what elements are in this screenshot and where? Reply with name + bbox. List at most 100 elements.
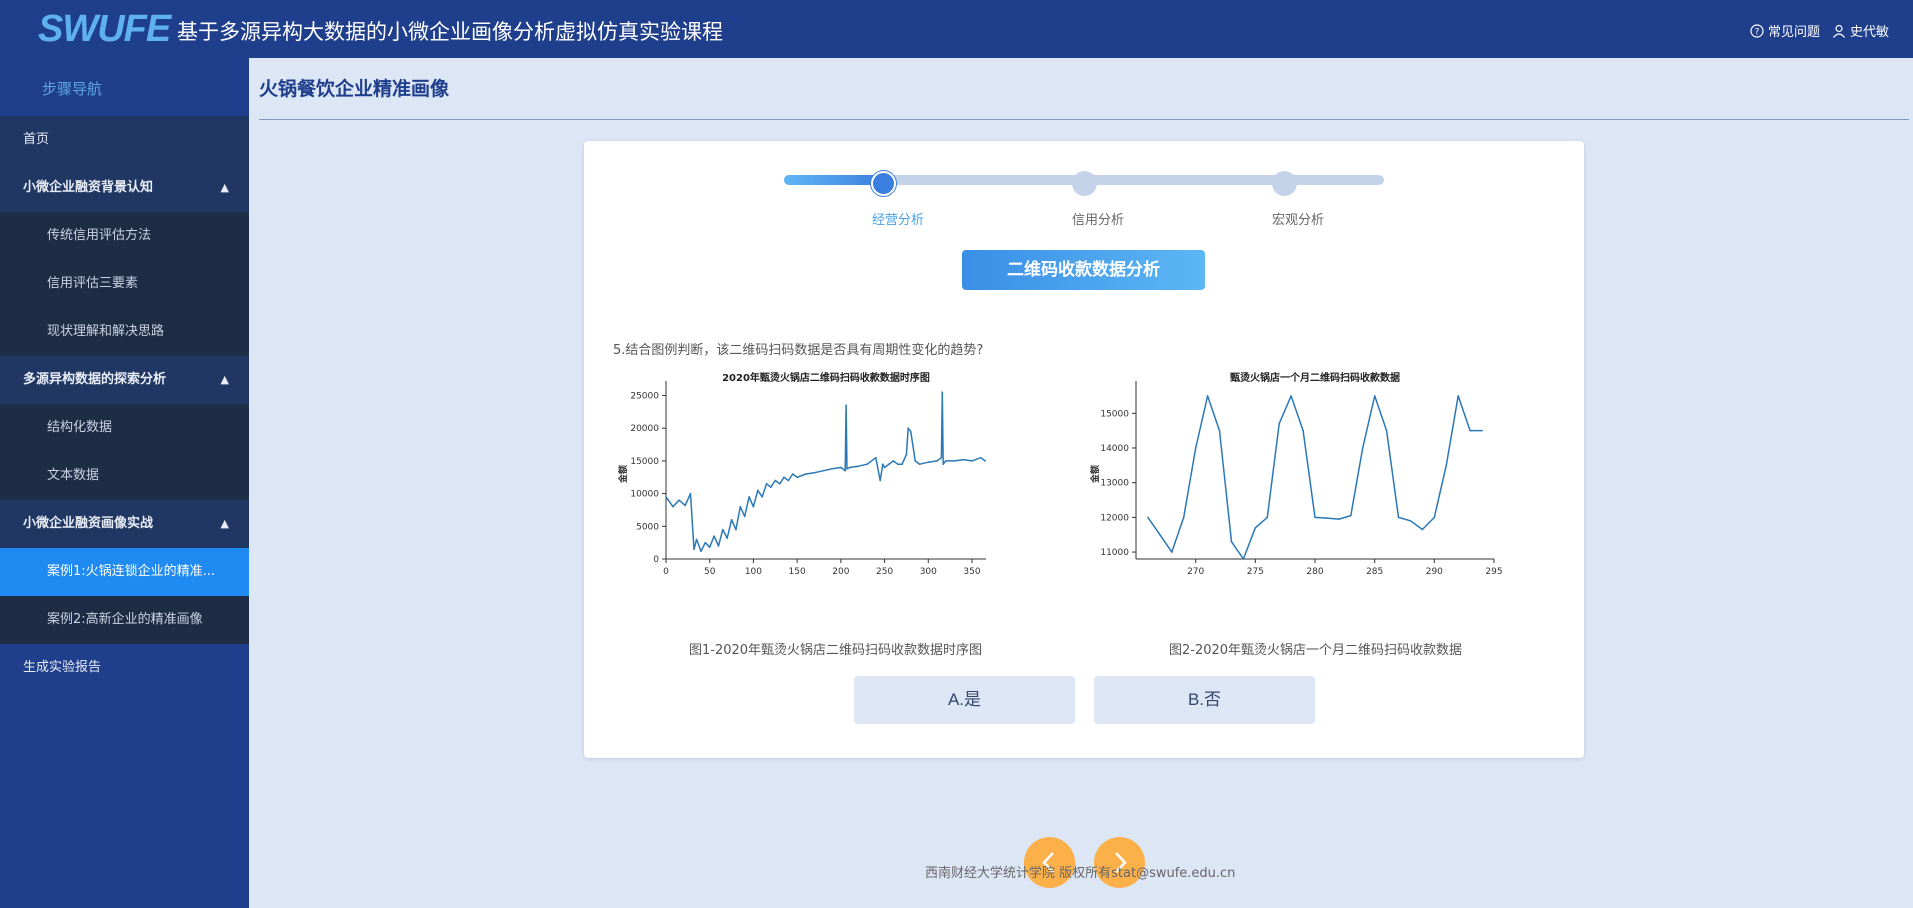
sidebar-item-home[interactable]: 首页	[0, 116, 249, 164]
data-point	[840, 466, 842, 469]
faq-link[interactable]: ? 常见问题	[1750, 21, 1820, 40]
data-point	[1171, 551, 1173, 553]
data-point	[1350, 514, 1352, 517]
data-point	[918, 463, 921, 465]
step-dot-business[interactable]	[871, 171, 896, 196]
x-tick-label: 285	[1366, 567, 1383, 577]
main-content: 火锅餐饮企业精准画像 经营分析 信用分析 宏观分析 二维码收款数据分析 5.结合…	[249, 58, 1913, 908]
data-point	[1206, 395, 1209, 397]
data-point	[717, 545, 720, 547]
option-b-button[interactable]: B.否	[1094, 676, 1315, 724]
data-point	[1242, 558, 1245, 560]
x-tick-label: 200	[832, 567, 849, 577]
data-point	[962, 458, 965, 461]
x-tick-label: 350	[963, 567, 980, 577]
sidebar-group-label: 多源异构数据的探索分析	[23, 372, 167, 387]
x-tick-label: 280	[1306, 567, 1323, 577]
svg-text:?: ?	[1755, 27, 1760, 37]
data-point	[888, 463, 890, 465]
sidebar-group-financing-background[interactable]: 小微企业融资背景认知 ▲	[0, 164, 249, 212]
x-tick-label: 270	[1187, 567, 1204, 577]
data-point	[979, 456, 982, 459]
data-point	[761, 496, 763, 498]
data-point	[1147, 516, 1149, 519]
data-point	[1326, 517, 1328, 519]
data-point	[1254, 526, 1257, 529]
data-point	[984, 460, 986, 462]
step-dot-credit[interactable]	[1072, 171, 1097, 196]
data-point	[704, 541, 707, 544]
data-point	[700, 550, 702, 552]
data-point	[831, 467, 833, 470]
data-point	[857, 465, 860, 467]
sidebar-item-structured-data[interactable]: 结构化数据	[0, 404, 249, 452]
data-point	[805, 473, 807, 475]
data-point	[941, 391, 944, 394]
chevron-up-icon: ▲	[220, 373, 229, 386]
data-point	[883, 466, 886, 469]
data-point	[1218, 429, 1221, 432]
data-point	[796, 476, 798, 479]
sidebar-item-credit-three-elements[interactable]: 信用评估三要素	[0, 260, 249, 308]
title-divider	[259, 119, 1909, 120]
x-tick-label: 275	[1247, 567, 1264, 577]
data-point	[730, 518, 733, 521]
data-point	[942, 463, 944, 465]
data-point	[901, 463, 903, 465]
data-point	[822, 469, 825, 472]
figure1-caption: 图1-2020年甄烫火锅店二维码扫码收款数据时序图	[689, 643, 983, 658]
sidebar-header: 步骤导航	[42, 80, 103, 98]
x-tick-label: 100	[745, 567, 762, 577]
data-point	[739, 505, 742, 508]
data-point	[1290, 395, 1292, 397]
option-a-button[interactable]: A.是	[854, 676, 1075, 724]
user-menu[interactable]: 史代敏	[1832, 21, 1889, 40]
y-tick-label: 15000	[1100, 409, 1129, 419]
data-point	[936, 460, 938, 462]
data-point	[879, 479, 882, 482]
data-point	[944, 460, 947, 462]
section-button[interactable]: 二维码收款数据分析	[962, 250, 1205, 290]
sidebar-item-text-data[interactable]: 文本数据	[0, 452, 249, 500]
data-point	[1230, 540, 1233, 543]
data-point	[752, 505, 755, 508]
data-point	[1469, 429, 1471, 432]
sidebar-group-data-exploration[interactable]: 多源异构数据的探索分析 ▲	[0, 356, 249, 404]
sidebar-item-case2[interactable]: 案例2:高新企业的精准画像	[0, 596, 249, 644]
data-point	[866, 463, 868, 465]
data-point	[1266, 516, 1269, 519]
data-point	[1338, 518, 1340, 520]
data-point	[844, 469, 847, 472]
y-tick-label: 5000	[636, 522, 659, 532]
sidebar-group-profiling-practice[interactable]: 小微企业融资画像实战 ▲	[0, 500, 249, 548]
data-point	[813, 471, 816, 474]
footer-copyright: 西南财经大学统计学院 版权所有stat@swufe.edu.cn	[925, 866, 1236, 881]
question-text: 5.结合图例判断，该二维码扫码数据是否具有周期性变化的趋势?	[613, 343, 984, 358]
swufe-logo: SWUFE	[38, 8, 171, 50]
user-icon	[1833, 24, 1845, 38]
sidebar-item-traditional-credit[interactable]: 传统信用评估方法	[0, 212, 249, 260]
data-point	[892, 460, 895, 462]
question-circle-icon: ?	[1750, 23, 1764, 38]
chart-title: 2020年甄烫火锅店二维码扫码收款数据时序图	[722, 371, 930, 384]
data-point	[848, 466, 851, 469]
data-point	[1385, 429, 1388, 432]
figure2-caption: 图2-2020年甄烫火锅店一个月二维码扫码收款数据	[1169, 643, 1463, 658]
data-point	[748, 496, 750, 498]
sidebar-item-report[interactable]: 生成实验报告	[0, 644, 249, 692]
chevron-up-icon: ▲	[220, 181, 229, 194]
data-point	[708, 546, 711, 549]
data-point	[953, 460, 956, 462]
data-point	[971, 460, 973, 462]
sidebar-item-status-solutions[interactable]: 现状理解和解决思路	[0, 308, 249, 356]
y-tick-label: 13000	[1100, 479, 1129, 489]
series-line	[665, 391, 986, 552]
y-tick-label: 14000	[1100, 444, 1129, 454]
y-tick-label: 0	[653, 555, 659, 565]
step-label-credit: 信用分析	[1072, 213, 1125, 228]
data-point	[791, 473, 794, 475]
y-tick-label: 10000	[630, 490, 659, 500]
data-point	[770, 486, 772, 488]
sidebar-item-case1[interactable]: 案例1:火锅连锁企业的精准...	[0, 548, 249, 596]
step-dot-macro[interactable]	[1272, 171, 1297, 196]
